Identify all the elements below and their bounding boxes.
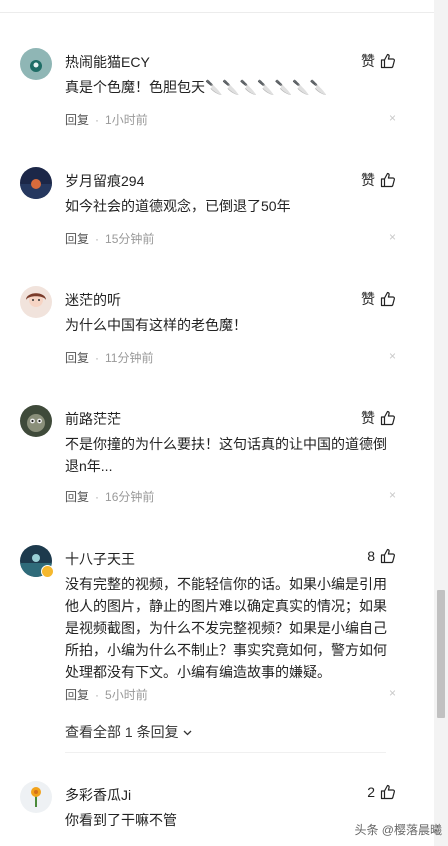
like-button[interactable]: 赞 <box>361 170 396 190</box>
timestamp: 5小时前 <box>105 688 148 702</box>
reply-button[interactable]: 回复 <box>65 488 89 505</box>
like-button[interactable]: 赞 <box>361 408 396 428</box>
timestamp: 1小时前 <box>105 113 148 127</box>
reply-button[interactable]: 回复 <box>65 349 89 366</box>
close-icon[interactable]: × <box>389 111 396 125</box>
comment-meta: 回复 · 1小时前 <box>65 111 148 128</box>
comment-item: 十八子天王 8 没有完整的视频，不能轻信你的话。如果小编是引用他人的图片，静止的… <box>20 545 410 705</box>
username[interactable]: 十八子天王 <box>65 549 135 569</box>
close-icon[interactable]: × <box>389 349 396 363</box>
avatar[interactable] <box>20 286 52 318</box>
like-count: 8 <box>367 548 375 564</box>
reply-button[interactable]: 回复 <box>65 686 89 703</box>
avatar[interactable] <box>20 167 52 199</box>
thumbs-up-icon <box>380 410 395 426</box>
username[interactable]: 热闹能猫ECY <box>65 52 150 72</box>
thumbs-up-icon <box>380 172 395 188</box>
comment-text: 真是个色魔！色胆包天🔪🔪🔪🔪🔪🔪🔪 <box>65 79 328 95</box>
view-all-replies-link[interactable]: 查看全部 1 条回复 <box>65 722 193 742</box>
comment-item: 多彩香瓜Ji 2 你看到了干嘛不管 <box>20 781 410 846</box>
timestamp: 15分钟前 <box>105 232 155 246</box>
close-icon[interactable]: × <box>389 230 396 244</box>
timestamp: 11分钟前 <box>105 351 154 365</box>
comment-text: 如今社会的道德观念，已倒退了50年 <box>65 198 291 214</box>
comment-meta: 回复 · 5小时前 <box>65 686 148 703</box>
comment-meta: 回复 · 15分钟前 <box>65 230 155 247</box>
like-count: 赞 <box>361 53 375 69</box>
comment-text: 为什么中国有这样的老色魔！ <box>65 317 247 333</box>
username[interactable]: 岁月留痕294 <box>65 171 144 191</box>
username[interactable]: 多彩香瓜Ji <box>65 785 131 805</box>
timestamp: 16分钟前 <box>105 490 155 504</box>
username[interactable]: 前路茫茫 <box>65 409 121 429</box>
comment-item: 前路茫茫 赞 不是你撞的为什么要扶！这句话真的让中国的道德倒退n年... 回复 … <box>20 405 410 505</box>
like-button[interactable]: 2 <box>367 784 396 800</box>
comment-meta: 回复 · 16分钟前 <box>65 488 155 505</box>
like-count: 赞 <box>361 172 375 188</box>
like-count: 赞 <box>361 410 375 426</box>
avatar[interactable] <box>20 781 52 813</box>
scrollbar-thumb[interactable] <box>437 590 445 718</box>
close-icon[interactable]: × <box>389 488 396 502</box>
comment-text: 没有完整的视频，不能轻信你的话。如果小编是引用他人的图片，静止的图片难以确定真实… <box>65 576 387 680</box>
comment-text: 不是你撞的为什么要扶！这句话真的让中国的道德倒退n年... <box>65 436 387 474</box>
comment-text: 你看到了干嘛不管 <box>65 812 177 828</box>
comment-feed: 热闹能猫ECY 赞 真是个色魔！色胆包天🔪🔪🔪🔪🔪🔪🔪 回复 · 1小时前 × … <box>0 0 424 846</box>
thumbs-up-icon <box>380 548 395 564</box>
like-button[interactable]: 赞 <box>361 289 396 309</box>
chevron-down-icon <box>183 730 192 735</box>
divider <box>65 752 386 753</box>
comment-item: 岁月留痕294 赞 如今社会的道德观念，已倒退了50年 回复 · 15分钟前 × <box>20 167 410 247</box>
comment-item: 热闹能猫ECY 赞 真是个色魔！色胆包天🔪🔪🔪🔪🔪🔪🔪 回复 · 1小时前 × <box>20 48 410 128</box>
thumbs-up-icon <box>380 291 395 307</box>
comment-meta: 回复 · 11分钟前 <box>65 349 154 366</box>
like-button[interactable]: 赞 <box>361 51 396 71</box>
thumbs-up-icon <box>380 53 395 69</box>
thumbs-up-icon <box>380 784 395 800</box>
close-icon[interactable]: × <box>389 686 396 700</box>
reply-button[interactable]: 回复 <box>65 111 89 128</box>
reply-button[interactable]: 回复 <box>65 230 89 247</box>
avatar[interactable] <box>20 405 52 437</box>
scrollbar[interactable] <box>434 0 448 846</box>
comment-item: 迷茫的听 赞 为什么中国有这样的老色魔！ 回复 · 11分钟前 × <box>20 286 410 366</box>
avatar[interactable] <box>20 48 52 80</box>
like-count: 2 <box>367 784 375 800</box>
like-count: 赞 <box>361 291 375 307</box>
like-button[interactable]: 8 <box>367 548 396 564</box>
verified-badge-icon <box>41 565 54 578</box>
watermark: 头条 @樱落晨曦 <box>354 823 442 837</box>
username[interactable]: 迷茫的听 <box>65 290 121 310</box>
